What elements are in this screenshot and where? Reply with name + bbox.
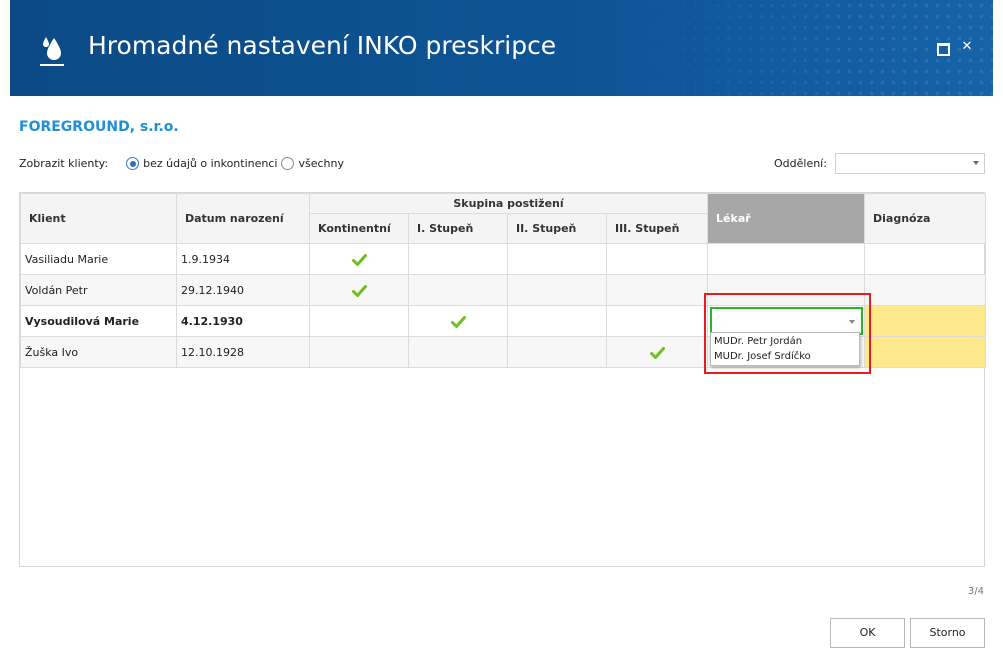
cell-stage2[interactable] bbox=[507, 274, 607, 306]
cell-birth[interactable]: 4.12.1930 bbox=[176, 305, 310, 337]
page-indicator: 3/4 bbox=[967, 586, 984, 597]
maximize-icon[interactable] bbox=[935, 40, 950, 56]
cell-continent[interactable] bbox=[309, 336, 409, 368]
cell-stage3[interactable] bbox=[605, 305, 709, 337]
column-header-stage3[interactable]: III. Stupeň bbox=[605, 213, 709, 244]
cell-birth[interactable]: 1.9.1934 bbox=[176, 243, 310, 275]
cell-diagnosis[interactable] bbox=[864, 305, 987, 337]
close-icon[interactable]: ✕ bbox=[960, 40, 974, 54]
column-group-header: Skupina postižení bbox=[308, 193, 709, 214]
cell-birth[interactable]: 12.10.1928 bbox=[176, 336, 310, 368]
water-drop-icon bbox=[40, 37, 64, 66]
cell-client[interactable]: Voldán Petr bbox=[20, 274, 177, 306]
table-row[interactable]: Voldán Petr 29.12.1940 bbox=[20, 274, 987, 306]
ok-button[interactable]: OK bbox=[830, 618, 905, 648]
cell-stage1[interactable] bbox=[408, 305, 508, 337]
doctor-dropdown-list: MUDr. Petr Jordán MUDr. Josef Srdíčko bbox=[710, 332, 860, 366]
cell-stage1[interactable] bbox=[408, 243, 508, 275]
checkmark-icon bbox=[351, 253, 367, 266]
cell-client[interactable]: Vysoudilová Marie bbox=[20, 305, 177, 337]
checkmark-icon bbox=[649, 346, 665, 359]
client-filter: Zobrazit klienty: bez údajů o inkontinen… bbox=[19, 157, 348, 170]
chevron-down-icon[interactable] bbox=[973, 161, 979, 165]
cell-client[interactable]: Vasiliadu Marie bbox=[20, 243, 177, 275]
cell-client[interactable]: Žuška Ivo bbox=[20, 336, 177, 368]
cell-diagnosis[interactable] bbox=[864, 274, 987, 306]
cell-birth[interactable]: 29.12.1940 bbox=[176, 274, 310, 306]
column-header-stage1[interactable]: I. Stupeň bbox=[408, 213, 508, 244]
window-title: Hromadné nastavení INKO preskripce bbox=[88, 31, 557, 60]
filter-label: Zobrazit klienty: bbox=[19, 157, 109, 170]
cell-continent[interactable] bbox=[309, 274, 409, 306]
department-label: Oddělení: bbox=[774, 157, 827, 170]
cell-stage3[interactable] bbox=[605, 243, 709, 275]
cell-stage1[interactable] bbox=[408, 336, 508, 368]
cell-stage3[interactable] bbox=[605, 336, 709, 368]
radio-label: všechny bbox=[298, 157, 344, 170]
client-grid: Klient Datum narození Skupina postižení … bbox=[19, 192, 987, 567]
cell-diagnosis[interactable] bbox=[864, 336, 987, 368]
checkmark-icon bbox=[351, 284, 367, 297]
radio-unselected-icon[interactable] bbox=[281, 157, 295, 170]
cell-stage2[interactable] bbox=[507, 243, 607, 275]
radio-label: bez údajů o inkontinenci bbox=[143, 157, 278, 170]
column-header-diagnosis[interactable]: Diagnóza bbox=[864, 193, 987, 244]
doctor-combobox[interactable] bbox=[710, 307, 864, 335]
department-select[interactable] bbox=[835, 153, 985, 174]
column-header-stage2[interactable]: II. Stupeň bbox=[507, 213, 607, 244]
radio-without-incontinence[interactable]: bez údajů o inkontinenci bbox=[126, 157, 277, 170]
cell-continent[interactable] bbox=[309, 305, 409, 337]
chevron-down-icon[interactable] bbox=[849, 320, 856, 324]
dropdown-option[interactable]: MUDr. Petr Jordán bbox=[711, 334, 859, 349]
cell-diagnosis[interactable] bbox=[864, 243, 987, 275]
table-row[interactable]: Vasiliadu Marie 1.9.1934 bbox=[20, 243, 987, 275]
column-header-continent[interactable]: Kontinentní bbox=[309, 213, 409, 244]
cell-stage2[interactable] bbox=[507, 305, 607, 337]
checkmark-icon bbox=[450, 315, 466, 328]
cell-continent[interactable] bbox=[309, 243, 409, 275]
cell-doctor[interactable] bbox=[707, 243, 866, 275]
cell-stage3[interactable] bbox=[605, 274, 709, 306]
radio-selected-icon[interactable] bbox=[126, 157, 140, 170]
cancel-button[interactable]: Storno bbox=[910, 618, 985, 648]
column-header-doctor[interactable]: Lékař bbox=[707, 193, 866, 244]
column-header-client[interactable]: Klient bbox=[20, 193, 177, 244]
dropdown-option[interactable]: MUDr. Josef Srdíčko bbox=[711, 349, 859, 364]
column-header-birth[interactable]: Datum narození bbox=[176, 193, 310, 244]
cell-stage1[interactable] bbox=[408, 274, 508, 306]
radio-all[interactable]: všechny bbox=[281, 157, 344, 170]
cell-doctor[interactable] bbox=[707, 274, 866, 306]
cell-stage2[interactable] bbox=[507, 336, 607, 368]
window-titlebar: Hromadné nastavení INKO preskripce ✕ bbox=[10, 0, 993, 96]
company-name: FOREGROUND, s.r.o. bbox=[19, 119, 179, 135]
